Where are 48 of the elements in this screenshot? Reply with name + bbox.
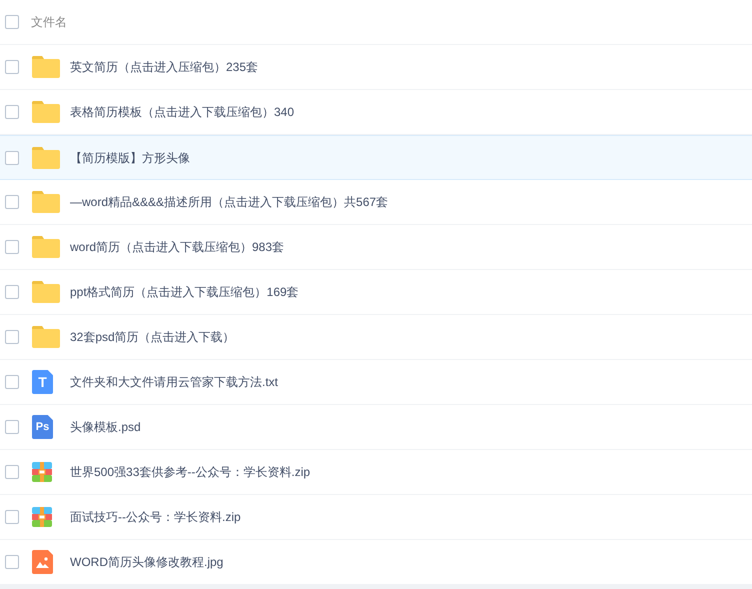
image-file-icon — [32, 550, 53, 574]
file-name[interactable]: ppt格式简历（点击进入下载压缩包）169套 — [70, 283, 299, 301]
archive-icon — [32, 507, 52, 527]
text-file-icon: T — [32, 370, 53, 394]
checkbox[interactable] — [5, 60, 19, 74]
folder-icon — [32, 191, 60, 213]
checkbox[interactable] — [5, 240, 19, 254]
file-name[interactable]: word简历（点击进入下载压缩包）983套 — [70, 238, 284, 256]
file-row[interactable]: Ps 头像模板.psd — [0, 405, 752, 450]
file-row[interactable]: word简历（点击进入下载压缩包）983套 — [0, 225, 752, 270]
file-row[interactable]: 英文简历（点击进入压缩包）235套 — [0, 45, 752, 90]
checkbox[interactable] — [5, 105, 19, 119]
file-row[interactable]: 【简历模版】方形头像 — [0, 135, 752, 180]
file-name[interactable]: 表格简历模板（点击进入下载压缩包）340 — [70, 103, 294, 121]
folder-icon — [32, 146, 60, 168]
checkbox[interactable] — [5, 375, 19, 389]
file-name[interactable]: 文件夹和大文件请用云管家下载方法.txt — [70, 373, 278, 391]
checkbox[interactable] — [5, 150, 19, 164]
checkbox[interactable] — [5, 285, 19, 299]
archive-icon — [32, 462, 52, 482]
checkbox[interactable] — [5, 555, 19, 569]
file-name[interactable]: 世界500强33套供参考--公众号：学长资料.zip — [70, 463, 310, 481]
file-row[interactable]: —word精品&&&&描述所用（点击进入下载压缩包）共567套 — [0, 180, 752, 225]
folder-icon — [32, 101, 60, 123]
folder-icon — [32, 56, 60, 78]
folder-icon — [32, 326, 60, 348]
checkbox[interactable] — [5, 465, 19, 479]
file-name[interactable]: 头像模板.psd — [70, 418, 141, 436]
checkbox[interactable] — [5, 330, 19, 344]
file-row[interactable]: 面试技巧--公众号：学长资料.zip — [0, 495, 752, 540]
file-row[interactable]: T 文件夹和大文件请用云管家下载方法.txt — [0, 360, 752, 405]
folder-icon — [32, 236, 60, 258]
checkbox[interactable] — [5, 420, 19, 434]
checkbox[interactable] — [5, 195, 19, 209]
file-row[interactable]: 世界500强33套供参考--公众号：学长资料.zip — [0, 450, 752, 495]
file-name[interactable]: 32套psd简历（点击进入下载） — [70, 328, 235, 346]
psd-file-icon: Ps — [32, 415, 53, 439]
file-name[interactable]: —word精品&&&&描述所用（点击进入下载压缩包）共567套 — [70, 193, 388, 211]
folder-icon — [32, 281, 60, 303]
checkbox[interactable] — [5, 15, 19, 29]
checkbox[interactable] — [5, 510, 19, 524]
file-name[interactable]: 【简历模版】方形头像 — [70, 148, 190, 166]
file-row[interactable]: ppt格式简历（点击进入下载压缩包）169套 — [0, 270, 752, 315]
file-name[interactable]: 英文简历（点击进入压缩包）235套 — [70, 58, 258, 76]
file-name[interactable]: WORD简历头像修改教程.jpg — [70, 553, 224, 571]
column-header: 文件名 — [31, 14, 67, 31]
file-row[interactable]: 32套psd简历（点击进入下载） — [0, 315, 752, 360]
file-name[interactable]: 面试技巧--公众号：学长资料.zip — [70, 508, 241, 526]
